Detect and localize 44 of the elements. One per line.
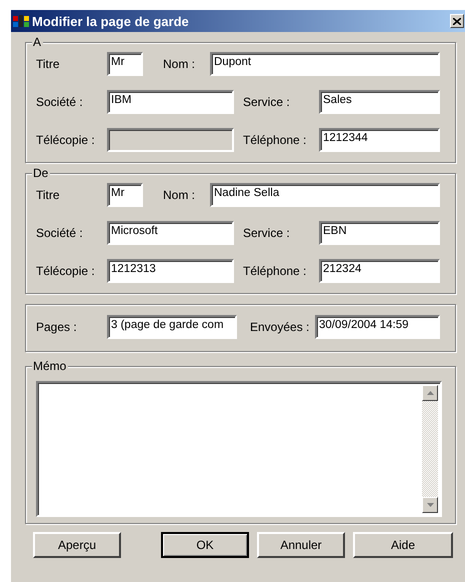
group-label: A (32, 35, 44, 49)
text-field[interactable]: EBN (319, 221, 440, 245)
window-title: Modifier la page de garde (32, 14, 190, 28)
scroll-down-button[interactable] (422, 497, 438, 513)
close-icon (453, 18, 461, 24)
dialog-button[interactable]: Aide (353, 532, 453, 558)
text-field[interactable]: 212324 (319, 259, 440, 283)
app-icon (13, 14, 29, 28)
up-arrow-icon (426, 391, 434, 395)
field-label: Téléphone : (243, 133, 308, 147)
field-label: Société : (36, 226, 84, 240)
text-field[interactable]: Mr (107, 52, 143, 76)
down-arrow-icon (426, 503, 434, 507)
text-field[interactable]: Microsoft (107, 221, 234, 245)
scrollbar[interactable] (422, 385, 438, 513)
field-label: Titre (36, 57, 61, 71)
field-label: Nom : (163, 57, 196, 71)
field-label: Envoyées : (250, 320, 310, 334)
memo-field[interactable] (36, 381, 442, 517)
field-label: Service : (243, 226, 291, 240)
text-field[interactable]: 3 (page de garde com (107, 315, 237, 339)
field-label: Société : (36, 95, 84, 109)
field-label: Téléphone : (243, 264, 308, 278)
group-label: De (32, 166, 50, 180)
text-field[interactable]: 1212344 (319, 128, 440, 152)
field-label: Nom : (163, 188, 196, 202)
text-field[interactable]: 30/09/2004 14:59 (315, 315, 440, 339)
text-field[interactable]: Mr (107, 183, 143, 207)
field-label: Pages : (36, 320, 78, 334)
field-label: Télécopie : (36, 264, 96, 278)
field-label: Titre (36, 188, 61, 202)
close-button[interactable] (450, 14, 464, 28)
text-field[interactable]: 1212313 (107, 259, 234, 283)
field-label: Service : (243, 95, 291, 109)
dialog-button[interactable]: Aperçu (33, 532, 121, 558)
text-field[interactable]: Nadine Sella (210, 183, 440, 207)
text-field[interactable]: IBM (107, 90, 234, 114)
dialog-button[interactable]: OK (161, 532, 249, 558)
scroll-up-button[interactable] (422, 385, 438, 401)
text-field[interactable]: Sales (319, 90, 440, 114)
field-label: Télécopie : (36, 133, 96, 147)
dialog-button[interactable]: Annuler (257, 532, 345, 558)
text-field[interactable]: Dupont (210, 52, 440, 76)
group-label: Mémo (32, 359, 68, 373)
